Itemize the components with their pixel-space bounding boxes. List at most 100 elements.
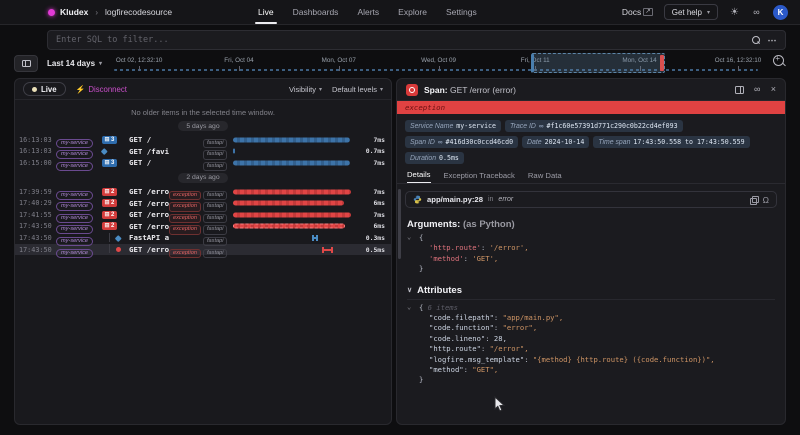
chevron-down-icon: ▾ [99, 60, 102, 67]
duration-label: 6ms [355, 199, 391, 207]
span-diamond-icon [115, 235, 121, 241]
duration-bar [233, 224, 345, 229]
meta-duration: Duration0.5ms [405, 152, 464, 164]
timeline[interactable]: Oct 02, 12:32:10 Fri, Oct 04 Mon, Oct 07… [114, 52, 758, 74]
empty-window-message: No older items in the selected time wind… [15, 100, 391, 117]
duration-bar-track [233, 209, 355, 221]
expand-icon: ⊞ [105, 136, 110, 144]
expand-icon: ⊞ [105, 159, 110, 167]
attributes-code-block: ⌄ { 6 items "code.filepath": "app/main.p… [407, 303, 775, 386]
chevron-down-icon: ▾ [380, 86, 383, 93]
duration-bar-track [233, 232, 355, 244]
nav-tab-live[interactable]: Live [258, 0, 274, 24]
visibility-dropdown[interactable]: Visibility▾ [289, 85, 322, 94]
live-status-dot [32, 87, 37, 92]
fastapi-tag: fastapi [203, 249, 227, 259]
selection-handle[interactable] [531, 54, 534, 72]
duration-label: 6ms [355, 222, 391, 230]
span-name: FastAPI arguments [129, 233, 169, 242]
breadcrumb-project[interactable]: logfirecodesource [105, 7, 172, 17]
theme-toggle-icon[interactable]: ☀ [729, 7, 740, 18]
collapse-toggle-icon[interactable]: ⌄ [407, 302, 411, 312]
chevron-down-icon: ▾ [319, 86, 322, 93]
sidebar-toggle-button[interactable] [14, 55, 38, 72]
copy-link-icon[interactable]: ∞ [752, 84, 763, 95]
tab-details[interactable]: Details [407, 170, 431, 183]
view-source-icon[interactable]: Ω [763, 196, 769, 204]
close-icon[interactable]: × [771, 85, 776, 94]
avatar[interactable]: K [773, 5, 788, 20]
attributes-heading[interactable]: ∨ Attributes [407, 285, 775, 300]
panel-scrollbar-thumb[interactable] [398, 189, 401, 259]
live-toggle-button[interactable]: Live [23, 82, 66, 96]
duration-bar [233, 201, 344, 206]
duration-label: 7ms [355, 136, 391, 144]
meta-span-id: Span ID∞#416d30c0ccd46cd0 [405, 136, 518, 148]
nav-tab-settings[interactable]: Settings [446, 0, 477, 24]
code-file-path[interactable]: app/main.py:28 [427, 195, 483, 204]
duration-bar-track [233, 157, 355, 169]
external-link-icon: ↗ [643, 8, 652, 16]
expand-icon: ⊞ [105, 211, 110, 219]
disconnect-button[interactable]: ⚡ Disconnect [76, 85, 127, 94]
span-title: Span: GET /error (error) [424, 85, 729, 95]
expand-children-badge[interactable]: ⊞3 [102, 159, 117, 167]
collapse-toggle-icon[interactable]: ⌄ [407, 232, 411, 242]
sql-filter-bar: ⋯ [47, 30, 786, 50]
arguments-code-block: ⌄ { 'http.route': '/error', 'method': 'G… [407, 233, 775, 275]
tab-raw-data[interactable]: Raw Data [528, 171, 562, 183]
chevron-down-icon: ∨ [407, 286, 412, 294]
logfire-logo-icon [48, 9, 55, 16]
nav-tab-dashboards[interactable]: Dashboards [293, 0, 339, 24]
get-help-button[interactable]: Get help ▾ [664, 4, 718, 20]
expand-children-badge[interactable]: ⊞3 [102, 136, 117, 144]
trace-row-selected[interactable]: 17:43:50 my-service GET /error (error) e… [15, 244, 391, 256]
link-icon[interactable]: ∞ [539, 123, 544, 130]
breadcrumb-org[interactable]: Kludex [60, 7, 88, 17]
timeline-tick: Fri, Oct 04 [239, 66, 240, 71]
nav-tab-explore[interactable]: Explore [398, 0, 427, 24]
meta-date: Date2024-10-14 [522, 136, 589, 148]
chevron-down-icon: ▾ [707, 9, 710, 16]
code-location: app/main.py:28 in error Ω [405, 191, 777, 208]
expand-children-badge[interactable]: ⊞2 [102, 199, 117, 207]
zoom-in-icon[interactable] [773, 55, 786, 68]
span-name: GET /favicon.ico [129, 147, 169, 156]
docs-link[interactable]: Docs ↗ [622, 7, 653, 17]
share-link-icon[interactable]: ∞ [751, 7, 762, 18]
exception-tag: exception [169, 249, 201, 259]
span-name: GET /error [129, 222, 169, 231]
items-count-note: 6 items [428, 303, 458, 312]
breadcrumb-separator: › [95, 8, 98, 17]
collapse-children-badge[interactable]: ⊞2 [102, 222, 117, 230]
tab-exception-traceback[interactable]: Exception Traceback [444, 171, 515, 183]
expand-children-badge[interactable]: ⊞2 [102, 188, 117, 196]
duration-bar-track [233, 244, 355, 256]
selection-current-marker [660, 55, 664, 71]
duration-label: 7ms [355, 188, 391, 196]
search-icon[interactable] [752, 36, 760, 44]
panel-icon [22, 60, 31, 67]
time-range-dropdown[interactable]: Last 14 days ▾ [47, 59, 102, 68]
more-options-button[interactable]: ⋯ [768, 35, 778, 46]
breadcrumb: Kludex › logfirecodesource [48, 7, 172, 17]
copy-icon[interactable] [750, 196, 758, 204]
dock-panel-icon[interactable] [735, 86, 744, 94]
collapse-icon: ⊞ [105, 222, 110, 230]
plug-icon: ⚡ [76, 85, 86, 94]
expand-children-badge[interactable]: ⊞2 [102, 211, 117, 219]
duration-bar [322, 247, 333, 253]
trace-row[interactable]: 16:15:00 my-service ⊞3 GET / fastapi 7ms [15, 157, 391, 169]
timeline-selection[interactable] [531, 53, 665, 73]
link-icon[interactable]: ∞ [438, 139, 443, 146]
timeline-tick: Wed, Oct 09 [439, 66, 440, 71]
duration-bar-track [233, 197, 355, 209]
span-detail-panel: Span: GET /error (error) ∞ × exception S… [396, 78, 786, 425]
top-nav: Kludex › logfirecodesource Live Dashboar… [0, 0, 800, 25]
meta-time-span: Time span17:43:50.558 to 17:43:50.559 [593, 136, 749, 148]
error-dot-icon [116, 247, 121, 252]
sql-filter-input[interactable] [56, 35, 744, 45]
nav-tab-alerts[interactable]: Alerts [357, 0, 379, 24]
detail-tabs: Details Exception Traceback Raw Data [397, 169, 785, 184]
default-levels-dropdown[interactable]: Default levels▾ [332, 85, 383, 94]
